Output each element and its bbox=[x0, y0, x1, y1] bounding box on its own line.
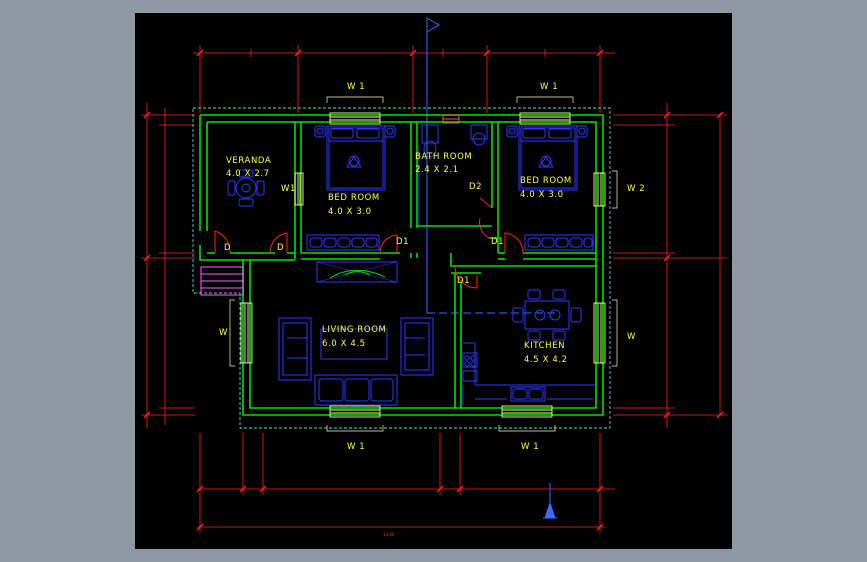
dimension-lines bbox=[141, 45, 727, 533]
living-room-size: 6.0 X 4.5 bbox=[322, 339, 366, 349]
kitchen-size: 4.5 X 4.2 bbox=[524, 355, 568, 365]
kitchen-counter bbox=[462, 342, 595, 405]
tag-w1-bedroom: W1 bbox=[281, 184, 296, 194]
tag-d1-bed-left: D1 bbox=[396, 237, 409, 247]
tag-d1-bed-right: D1 bbox=[491, 237, 504, 247]
tag-w1-top-right: W 1 bbox=[540, 82, 558, 92]
bedroom-left-name: BED ROOM bbox=[328, 193, 380, 203]
living-room-name: LIVING ROOM bbox=[322, 325, 386, 335]
bed-left bbox=[314, 125, 396, 191]
bath-fixtures bbox=[418, 124, 488, 225]
bathroom-size: 2.4 X 2.1 bbox=[415, 165, 459, 175]
floor-plan-drawing: · 13.40 VERANDA 4.0 X 2.7 BED ROOM 4.0 X… bbox=[141, 17, 727, 537]
sofa-bottom bbox=[314, 374, 398, 406]
svg-text:·: · bbox=[253, 46, 254, 51]
bedroom-right-size: 4.0 X 3.0 bbox=[520, 190, 564, 200]
veranda-name: VERANDA bbox=[226, 156, 271, 166]
tag-w1-bottom-right: W 1 bbox=[521, 442, 539, 452]
bathroom-name: BATH ROOM bbox=[415, 152, 472, 162]
planter bbox=[316, 261, 398, 283]
window-callouts bbox=[229, 96, 618, 432]
tag-w1-bottom-left: W 1 bbox=[347, 442, 365, 452]
bedroom-left-size: 4.0 X 3.0 bbox=[328, 207, 372, 217]
sofa-right bbox=[400, 317, 434, 376]
cad-viewport[interactable]: · 13.40 VERANDA 4.0 X 2.7 BED ROOM 4.0 X… bbox=[135, 13, 732, 549]
bedroom-right-name: BED ROOM bbox=[520, 176, 572, 186]
wardrobe-left bbox=[306, 234, 380, 251]
tag-d-veranda-1: D bbox=[224, 243, 231, 253]
tag-w-left: W bbox=[219, 328, 228, 338]
wardrobe-right bbox=[524, 234, 594, 251]
overall-dimension: 13.40 bbox=[383, 532, 395, 537]
dining-set bbox=[512, 289, 582, 341]
tag-w1-top-left: W 1 bbox=[347, 82, 365, 92]
tag-d-veranda-2: D bbox=[277, 243, 284, 253]
kitchen-name: KITCHEN bbox=[524, 341, 565, 351]
tag-d1-kitchen: D1 bbox=[457, 276, 470, 286]
room-labels: VERANDA 4.0 X 2.7 BED ROOM 4.0 X 3.0 BAT… bbox=[226, 152, 572, 365]
tag-w-right: W bbox=[627, 332, 636, 342]
veranda-size: 4.0 X 2.7 bbox=[226, 169, 270, 179]
entry-steps bbox=[200, 266, 244, 296]
sofa-left bbox=[278, 317, 312, 381]
tag-w2-right: W 2 bbox=[627, 184, 645, 194]
tag-d2-bath: D2 bbox=[469, 182, 482, 192]
